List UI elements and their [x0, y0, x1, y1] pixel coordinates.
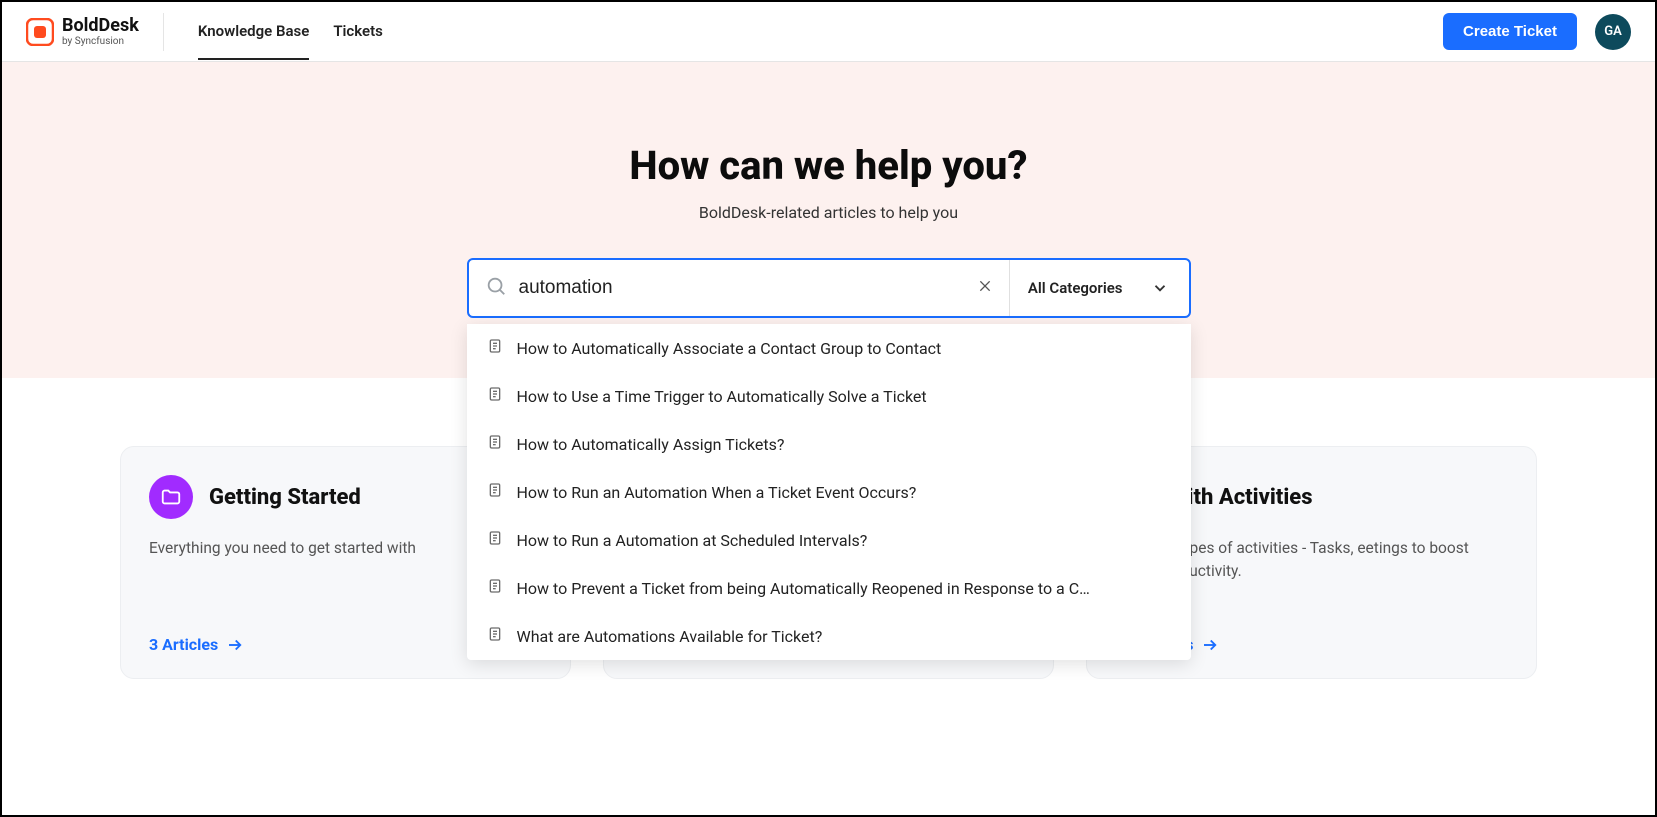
search-result-item[interactable]: What are Automations Available for Ticke…: [467, 612, 1191, 660]
hero-subtitle: BoldDesk-related articles to help you: [2, 203, 1655, 222]
brand-byline: by Syncfusion: [62, 37, 139, 47]
hero: How can we help you? BoldDesk-related ar…: [2, 62, 1655, 378]
chevron-down-icon: [1151, 279, 1169, 297]
result-title: How to Automatically Assign Tickets?: [517, 435, 785, 454]
folder-icon: [149, 475, 193, 519]
result-title: How to Prevent a Ticket from being Autom…: [517, 579, 1090, 598]
search-result-item[interactable]: How to Use a Time Trigger to Automatical…: [467, 372, 1191, 420]
document-icon: [487, 530, 503, 550]
search-icon: [485, 275, 507, 301]
document-icon: [487, 338, 503, 358]
search-container: All Categories How to Automatically Asso…: [467, 258, 1191, 318]
document-icon: [487, 386, 503, 406]
search-result-item[interactable]: How to Run a Automation at Scheduled Int…: [467, 516, 1191, 564]
search-result-item[interactable]: How to Automatically Associate a Contact…: [467, 324, 1191, 372]
search-input[interactable]: [519, 277, 961, 299]
nav-tickets[interactable]: Tickets: [333, 4, 383, 60]
hero-title: How can we help you?: [2, 142, 1655, 189]
header-left: BoldDesk by Syncfusion Knowledge Base Ti…: [26, 4, 383, 60]
logo-text: BoldDesk by Syncfusion: [62, 17, 139, 47]
header-right: Create Ticket GA: [1443, 13, 1631, 50]
result-title: How to Automatically Associate a Contact…: [517, 339, 942, 358]
create-ticket-button[interactable]: Create Ticket: [1443, 13, 1577, 50]
category-select[interactable]: All Categories: [1010, 279, 1189, 297]
result-title: How to Run a Automation at Scheduled Int…: [517, 531, 868, 550]
brand-name: BoldDesk: [62, 17, 139, 35]
nav-knowledge-base[interactable]: Knowledge Base: [198, 4, 309, 60]
logo-mark-icon: [26, 18, 54, 46]
document-icon: [487, 626, 503, 646]
nav: Knowledge Base Tickets: [192, 4, 383, 60]
document-icon: [487, 578, 503, 598]
result-title: What are Automations Available for Ticke…: [517, 627, 823, 646]
arrow-right-icon: [1201, 636, 1219, 654]
document-icon: [487, 434, 503, 454]
header: BoldDesk by Syncfusion Knowledge Base Ti…: [2, 2, 1655, 62]
arrow-right-icon: [226, 636, 244, 654]
search-result-item[interactable]: How to Prevent a Ticket from being Autom…: [467, 564, 1191, 612]
search-results-dropdown[interactable]: How to Automatically Associate a Contact…: [467, 324, 1191, 660]
document-icon: [487, 482, 503, 502]
card-title: Getting Started: [209, 485, 361, 510]
search-result-item[interactable]: How to Automatically Assign Tickets?: [467, 420, 1191, 468]
search-result-item[interactable]: How to Run an Automation When a Ticket E…: [467, 468, 1191, 516]
clear-search-button[interactable]: [961, 278, 1009, 299]
search-box: All Categories: [467, 258, 1191, 318]
logo[interactable]: BoldDesk by Syncfusion: [26, 13, 164, 51]
category-label: All Categories: [1028, 279, 1123, 297]
result-title: How to Use a Time Trigger to Automatical…: [517, 387, 927, 406]
card-link-label: 3 Articles: [149, 635, 218, 654]
close-icon: [977, 278, 993, 294]
result-title: How to Run an Automation When a Ticket E…: [517, 483, 917, 502]
avatar[interactable]: GA: [1595, 14, 1631, 50]
